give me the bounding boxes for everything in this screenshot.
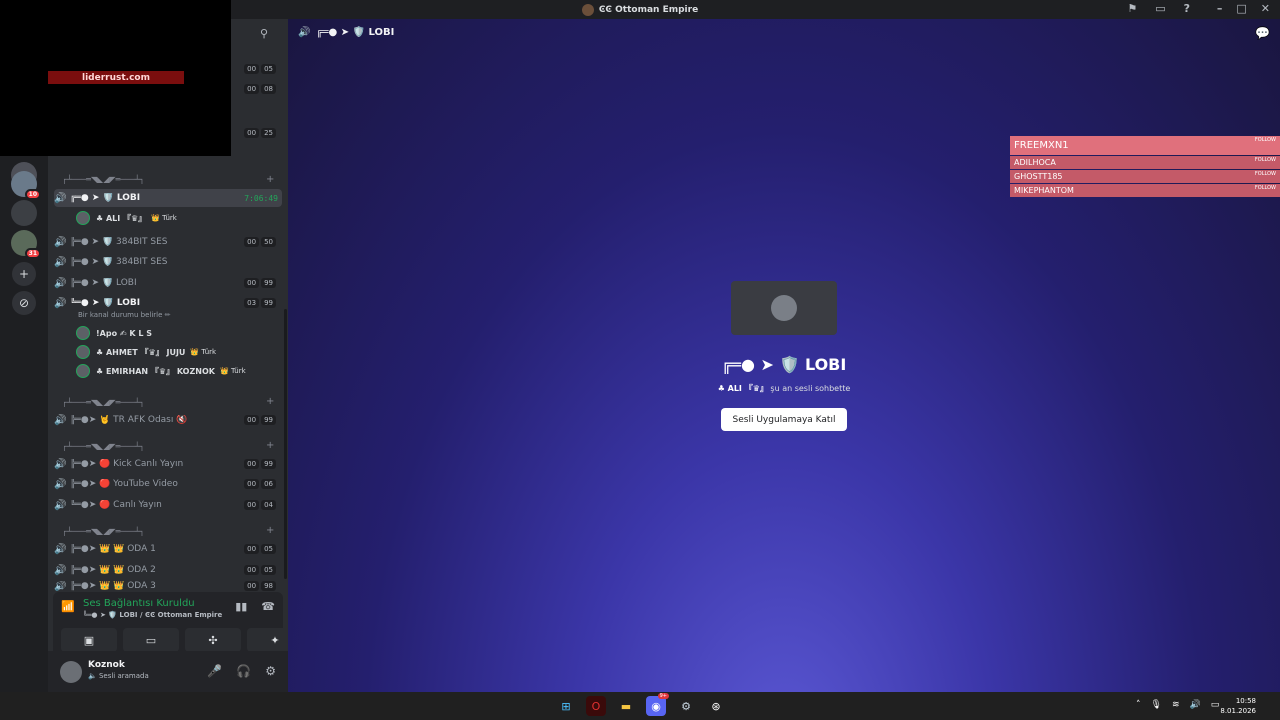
channel-header-title: ╔═● ➤ 🛡️ LOBI — [316, 27, 395, 38]
inbox-icon[interactable]: ▭ — [1155, 2, 1165, 15]
server-avatar — [581, 3, 594, 16]
system-tray: ˄ 🎙 ≋ 🔊 ▭ — [1136, 700, 1219, 710]
voice-member[interactable]: !Apo ✍ K L S — [76, 324, 276, 342]
follow-overlay: FREEMXN1 FOLLOW ADILHOCA FOLLOW GHOSTT185 F… — [1010, 136, 1280, 198]
channel-row[interactable]: 🔊 ╠═●➤ 🔴 Kick Canlı Yayın 00 99 — [54, 455, 282, 473]
category-divider[interactable]: ┌┴───═◥◣◢◤═───┴┐ — [62, 175, 272, 184]
discord-icon[interactable]: ◉ 9+ — [646, 693, 669, 716]
server-icon[interactable] — [11, 200, 37, 226]
avatar — [76, 211, 90, 225]
add-channel-icon[interactable]: + — [266, 174, 274, 185]
headphones-icon[interactable]: 🎧 — [236, 664, 251, 678]
voice-member[interactable]: ♣ ALI 『♛』 👑 Türk — [76, 209, 276, 227]
server-icon[interactable]: 10 — [11, 171, 41, 200]
channel-row[interactable]: 🔊 ╚═● ➤ 🛡️ LOBI 03 99 — [54, 294, 282, 312]
channel-scrollbar[interactable] — [284, 309, 287, 579]
follow-item: ADILHOCA FOLLOW — [1010, 156, 1280, 169]
channel-title: ╔═● ➤ 🛡️ LOBI — [721, 355, 847, 374]
app-icon[interactable]: ⊛ — [706, 696, 726, 716]
voice-status[interactable]: Ses Bağlantısı Kuruldu — [83, 598, 195, 609]
discover-icon[interactable]: ⊘ — [12, 291, 36, 315]
server-icon[interactable]: 31 — [11, 230, 41, 259]
inbox-flag-icon[interactable]: ⚑ — [1127, 2, 1137, 15]
follow-item: MIKEPHANTOM FOLLOW — [1010, 184, 1280, 197]
voice-member[interactable]: ♣ EMIRHAN 『♛』 KOZNOK 👑 Türk — [76, 362, 276, 380]
add-server-icon[interactable]: + — [12, 262, 36, 286]
speaker-icon: 🔊 — [54, 192, 67, 204]
volume-icon[interactable]: 🔊 — [1189, 700, 1200, 710]
minimize-icon[interactable]: – — [1217, 2, 1223, 15]
avatar[interactable] — [60, 661, 82, 683]
channel-row[interactable]: 🔊 ╠═●➤ 👑 👑 ODA 1 00 05 — [54, 540, 282, 558]
signal-icon[interactable]: 📶 — [61, 600, 75, 613]
follow-item: GHOSTT185 FOLLOW — [1010, 170, 1280, 183]
user-panel: Koznok 🔈 Sesli aramada 🎤 🎧 ⚙ — [48, 651, 288, 692]
clock[interactable]: 10:58 8.01.2026 — [1220, 696, 1256, 716]
window-title: ϾϾ Ottoman Empire — [598, 4, 699, 15]
camera-button[interactable]: ▣ — [61, 628, 117, 652]
folder-icon[interactable]: ▬ — [616, 696, 636, 716]
chat-icon[interactable]: 💬 — [1255, 26, 1270, 40]
add-channel-icon[interactable]: + — [266, 440, 274, 451]
channel-row[interactable]: 🔊 ╠═● ➤ 🛡️ 384BIT SES 00 50 — [54, 233, 282, 251]
user-status: 🔈 Sesli aramada — [88, 672, 149, 680]
steam-icon[interactable]: ⚙ — [676, 696, 696, 716]
category-divider[interactable]: ┌┴───═◥◣◢◤═───┴┐ — [62, 398, 272, 407]
channel-row[interactable]: 🔊 ╠═●➤ 👑 👑 ODA 3 00 98 — [54, 581, 282, 591]
disconnect-icon[interactable]: ☎ — [261, 600, 275, 613]
invite-icon[interactable]: ⚲ — [260, 27, 268, 40]
channel-row[interactable]: 🔊 ╠═●➤ 🤘 TR AFK Odası 🔇 00 99 — [54, 411, 282, 429]
settings-icon[interactable]: ⚙ — [265, 664, 276, 678]
channel-row[interactable]: 🔊 ╠═●➤ 👑 👑 ODA 2 00 05 — [54, 561, 282, 579]
screen-share-button[interactable]: ▭ — [123, 628, 179, 652]
add-channel-icon[interactable]: + — [266, 396, 274, 407]
join-voice-button[interactable]: Sesli Uygulamaya Katıl — [721, 408, 847, 431]
maximize-icon[interactable]: □ — [1236, 2, 1246, 15]
battery-icon[interactable]: ▭ — [1211, 700, 1220, 710]
noise-suppression-icon[interactable]: ▮▮ — [235, 600, 247, 613]
channel-row[interactable]: 🔊 ╠═● ➤ 🛡️ 384BIT SES — [54, 253, 282, 271]
category-divider[interactable]: ┌┴───═◥◣◢◤═───┴┐ — [62, 527, 272, 536]
channel-lobi-active[interactable]: 🔊 ╔═● ➤ 🛡️ LOBI 7:06:49 — [54, 189, 282, 207]
channel-status-hint[interactable]: Bir kanal durumu belirle ✏ — [78, 311, 171, 319]
microphone-icon[interactable]: 🎙 — [1151, 700, 1162, 710]
taskbar: ⊞ O ▬ ◉ 9+ ⚙ ⊛ ˄ 🎙 ≋ 🔊 ▭ 10:58 8.01.2026 — [0, 692, 1280, 720]
channel-row[interactable]: 🔊 ╠═●➤ 🔴 YouTube Video 00 06 — [54, 475, 282, 493]
voice-member[interactable]: ♣ AHMET 『♛』 JUJU 👑 Türk — [76, 343, 276, 361]
category-divider[interactable]: ┌┴───═◥◣◢◤═───┴┐ — [62, 442, 272, 451]
avatar — [771, 295, 797, 321]
help-icon[interactable]: ? — [1184, 2, 1190, 15]
microphone-icon[interactable]: 🎤 — [207, 664, 222, 678]
activities-button[interactable]: ✣ — [185, 628, 241, 652]
channel-subtitle: ♣ ALI 『♛』 şu an sesli sohbette — [717, 384, 851, 393]
avatar — [76, 345, 90, 359]
wifi-icon[interactable]: ≋ — [1172, 700, 1180, 710]
username[interactable]: Koznok — [88, 660, 125, 670]
notification-badge: 9+ — [657, 693, 669, 699]
chevron-up-icon[interactable]: ˄ — [1136, 700, 1141, 710]
server-badge: 10 — [24, 189, 41, 200]
avatar — [76, 326, 90, 340]
speaker-icon: 🔊 — [298, 27, 311, 38]
channel-row[interactable]: 🔊 ╠═● ➤ 🛡️ LOBI 00 99 — [54, 274, 282, 292]
server-badge: 31 — [24, 248, 41, 259]
voice-location[interactable]: ╚═● ➤ 🛡️ LOBI / ϾϾ Ottoman Empire — [83, 611, 222, 619]
overlay-logo: liderrust.com — [48, 71, 184, 84]
add-channel-icon[interactable]: + — [266, 525, 274, 536]
follow-item: FREEMXN1 FOLLOW — [1010, 136, 1280, 155]
opera-icon[interactable]: O — [586, 696, 606, 716]
start-icon[interactable]: ⊞ — [556, 696, 576, 716]
close-icon[interactable]: ✕ — [1261, 2, 1270, 15]
stream-overlay: liderrust.com — [0, 0, 231, 156]
channel-row[interactable]: 🔊 ╚═●➤ 🔴 Canlı Yayın 00 04 — [54, 496, 282, 514]
avatar — [76, 364, 90, 378]
voice-channel-view: 🔊 ╔═● ➤ 🛡️ LOBI 💬 FREEMXN1 FOLLOW ADILHOC… — [288, 19, 1280, 692]
participant-tile[interactable] — [731, 281, 837, 335]
voice-timer: 7:06:49 — [244, 193, 278, 203]
channel-header: 🔊 ╔═● ➤ 🛡️ LOBI — [298, 27, 394, 38]
